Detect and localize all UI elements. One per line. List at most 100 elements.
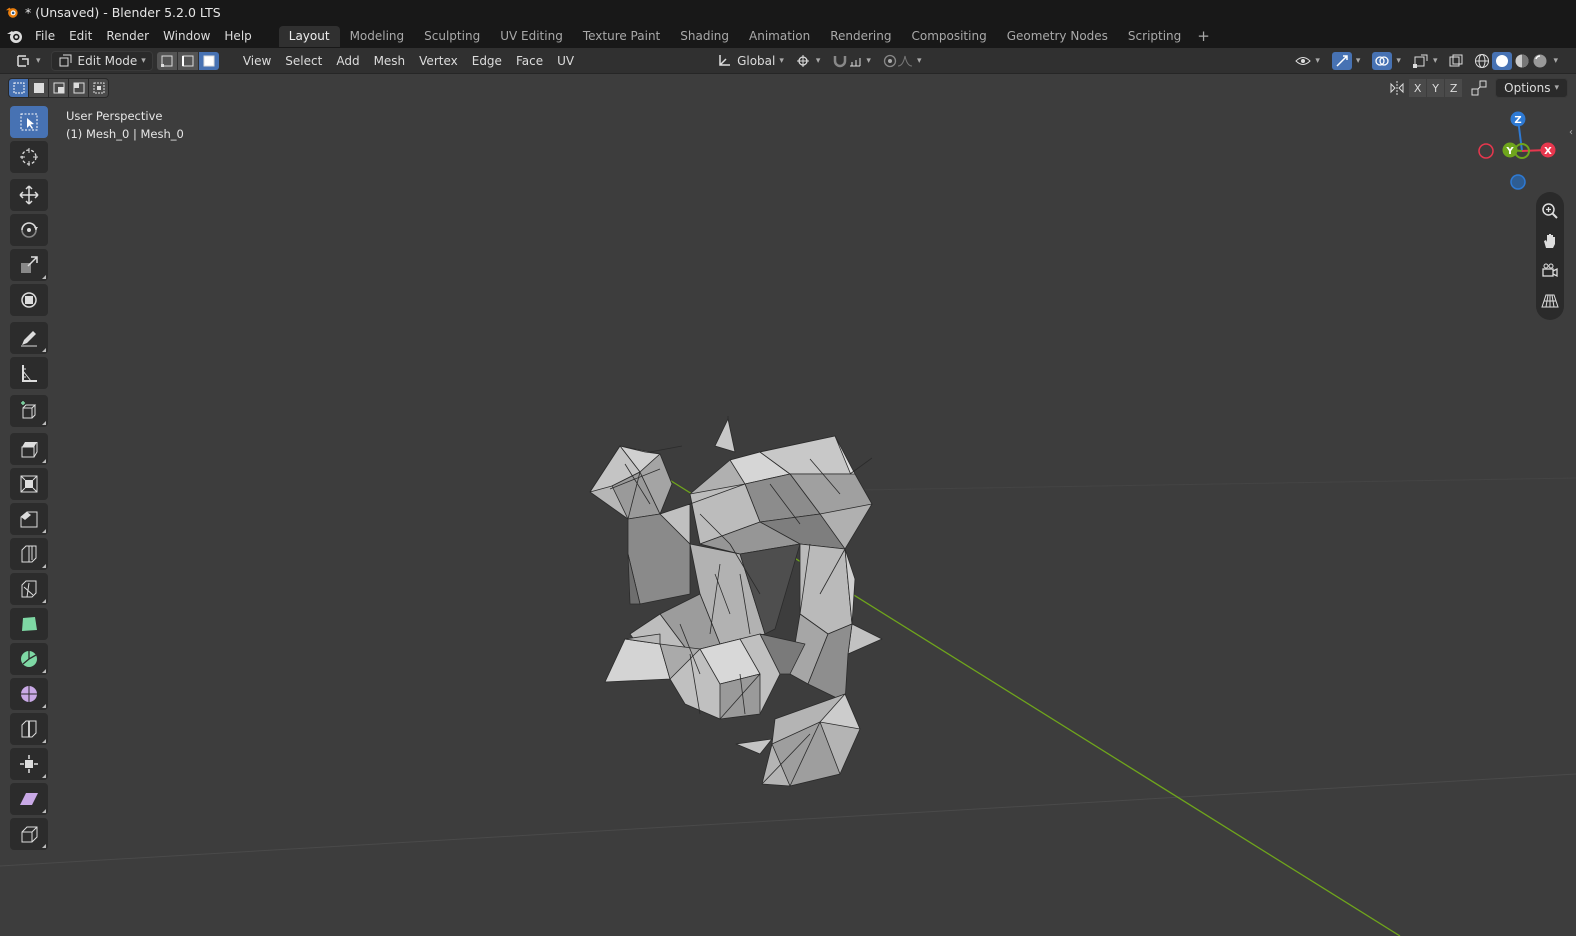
sidebar-toggle-arrow-icon[interactable]: ‹ — [1566, 120, 1576, 144]
menu-edit[interactable]: Edit — [62, 26, 99, 46]
tab-uv-editing[interactable]: UV Editing — [490, 26, 573, 47]
tool-bevel[interactable] — [10, 503, 48, 535]
tool-inset[interactable] — [10, 468, 48, 500]
menu-select[interactable]: Select — [278, 51, 329, 71]
mirror-icon[interactable] — [1389, 80, 1405, 96]
tool-spin[interactable] — [10, 643, 48, 675]
select-intersect-icon — [93, 82, 104, 94]
mesh-object[interactable] — [589, 416, 883, 787]
mesh-overlay-icon — [1412, 54, 1428, 68]
tool-edge-slide[interactable] — [10, 713, 48, 745]
blender-logo-icon — [5, 7, 18, 18]
mesh-edit-overlay-toggle[interactable]: ▾ — [1407, 51, 1444, 71]
chevron-down-icon: ▾ — [916, 55, 922, 66]
auto-merge-icon[interactable] — [1471, 80, 1487, 96]
gizmo-toggle[interactable]: ▾ — [1326, 51, 1367, 71]
tab-shading[interactable]: Shading — [670, 26, 739, 47]
menu-edge[interactable]: Edge — [465, 51, 509, 71]
tab-texture-paint[interactable]: Texture Paint — [573, 26, 670, 47]
tab-modeling[interactable]: Modeling — [340, 26, 415, 47]
vertex-select-button[interactable] — [156, 51, 177, 70]
edge-select-button[interactable] — [177, 51, 198, 70]
menu-help[interactable]: Help — [217, 26, 258, 46]
menu-mesh[interactable]: Mesh — [367, 51, 413, 71]
solid-shading-icon[interactable] — [1495, 54, 1509, 68]
wireframe-shading-icon[interactable] — [1473, 53, 1491, 69]
tab-compositing[interactable]: Compositing — [901, 26, 996, 47]
tab-sculpting[interactable]: Sculpting — [414, 26, 490, 47]
tool-annotate[interactable] — [10, 322, 48, 354]
3d-viewport[interactable]: Z X Y User Perspective (1) Mesh_0 | Mesh… — [0, 74, 1576, 936]
menu-window[interactable]: Window — [156, 26, 217, 46]
mirror-y-toggle[interactable]: Y — [1427, 79, 1445, 97]
snap-toggle[interactable]: ▾ — [826, 51, 877, 71]
perspective-toggle-button[interactable] — [1536, 286, 1564, 316]
select-intersect-button[interactable] — [89, 79, 108, 97]
tool-move[interactable] — [10, 179, 48, 211]
neg-z-axis-handle[interactable] — [1510, 174, 1526, 190]
overlay-toggle[interactable]: ▾ — [1366, 51, 1407, 71]
tool-shear[interactable] — [10, 783, 48, 815]
menu-add[interactable]: Add — [329, 51, 366, 71]
shear-icon — [20, 793, 38, 805]
tool-shrink-fatten[interactable] — [10, 748, 48, 780]
neg-x-axis-handle[interactable] — [1478, 143, 1494, 159]
tab-animation[interactable]: Animation — [739, 26, 820, 47]
select-new-button[interactable] — [9, 79, 28, 97]
tool-loop-cut[interactable] — [10, 538, 48, 570]
menu-face[interactable]: Face — [509, 51, 550, 71]
chevron-down-icon[interactable]: ▾ — [1553, 56, 1558, 66]
select-subtract-button[interactable] — [49, 79, 68, 97]
tool-rotate[interactable] — [10, 214, 48, 246]
transform-icon — [21, 292, 37, 308]
menu-render[interactable]: Render — [99, 26, 156, 46]
pan-button[interactable] — [1536, 226, 1564, 256]
blender-menu-icon[interactable] — [6, 27, 24, 45]
tool-scale[interactable] — [10, 249, 48, 281]
tool-extrude[interactable] — [10, 433, 48, 465]
proportional-edit-toggle[interactable]: ▾ — [877, 51, 928, 71]
material-shading-icon[interactable] — [1513, 53, 1531, 69]
mode-select[interactable]: Edit Mode ▾ — [50, 50, 153, 71]
inset-icon — [20, 475, 38, 493]
shrink-fatten-icon — [20, 755, 38, 773]
zoom-button[interactable] — [1536, 196, 1564, 226]
hand-icon — [1544, 234, 1555, 248]
tab-rendering[interactable]: Rendering — [820, 26, 901, 47]
transform-orientation-select[interactable]: Global ▾ — [711, 51, 790, 71]
menu-view[interactable]: View — [236, 51, 278, 71]
view-name: User Perspective — [66, 109, 163, 123]
camera-view-button[interactable] — [1536, 256, 1564, 286]
tab-scripting[interactable]: Scripting — [1118, 26, 1191, 47]
tool-measure[interactable] — [10, 357, 48, 389]
navigation-gizmo[interactable]: Z X Y — [1478, 111, 1556, 190]
xray-toggle[interactable] — [1443, 51, 1469, 71]
visibility-select[interactable]: ▾ — [1289, 51, 1326, 71]
tool-poly-build[interactable] — [10, 608, 48, 640]
tool-transform[interactable] — [10, 284, 48, 316]
tool-add-cube[interactable] — [10, 395, 48, 427]
add-workspace-button[interactable]: + — [1191, 27, 1216, 45]
menu-file[interactable]: File — [28, 26, 62, 46]
mirror-x-toggle[interactable]: X — [1409, 79, 1427, 97]
face-select-button[interactable] — [198, 51, 219, 70]
select-invert-button[interactable] — [69, 79, 88, 97]
menu-uv[interactable]: UV — [550, 51, 581, 71]
tool-smooth[interactable] — [10, 678, 48, 710]
menu-vertex[interactable]: Vertex — [412, 51, 465, 71]
tab-layout[interactable]: Layout — [278, 25, 340, 47]
select-new-icon — [13, 82, 24, 94]
editor-type-button[interactable]: ▾ — [10, 51, 47, 71]
tool-select-box[interactable] — [10, 106, 48, 138]
select-invert-icon — [73, 82, 84, 94]
tool-cursor[interactable] — [10, 141, 48, 173]
select-extend-button[interactable] — [29, 79, 48, 97]
options-dropdown[interactable]: Options ▾ — [1495, 78, 1568, 98]
tool-knife[interactable] — [10, 573, 48, 605]
mirror-z-toggle[interactable]: Z — [1445, 79, 1463, 97]
pivot-point-select[interactable]: ▾ — [790, 51, 827, 71]
tab-geometry-nodes[interactable]: Geometry Nodes — [997, 26, 1118, 47]
rendered-shading-icon[interactable] — [1531, 53, 1549, 69]
select-mode-group — [156, 51, 220, 70]
tool-rip-region[interactable] — [10, 818, 48, 850]
